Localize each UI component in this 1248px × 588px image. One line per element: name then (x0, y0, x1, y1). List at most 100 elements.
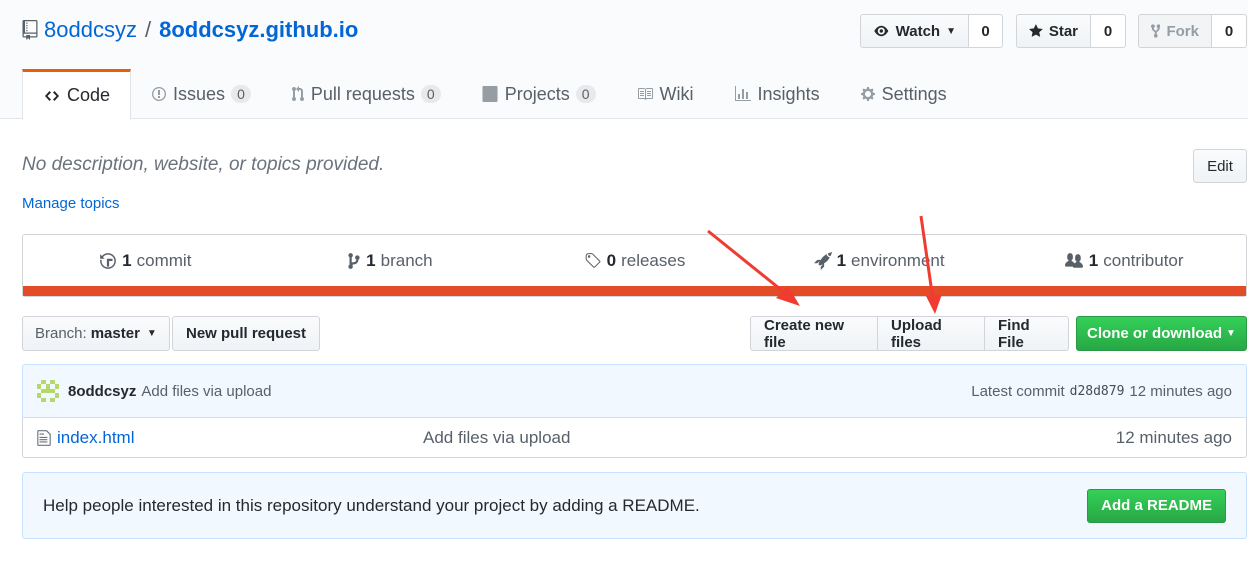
fork-count[interactable]: 0 (1212, 14, 1247, 48)
language-bar[interactable] (23, 286, 1246, 296)
commits-count: 1 (122, 251, 132, 270)
eye-icon (874, 25, 889, 37)
tab-label: Code (67, 85, 111, 105)
branch-prefix: Branch: (35, 325, 87, 342)
star-group: Star 0 (1016, 14, 1126, 48)
history-icon (100, 253, 117, 269)
tab-label: Pull requests (310, 83, 415, 104)
latest-commit: Latest commit d28d879 12 minutes ago (971, 383, 1232, 400)
tab-insights[interactable]: Insights (714, 69, 840, 119)
issue-icon (152, 87, 167, 101)
manage-topics-link[interactable]: Manage topics (22, 195, 120, 212)
find-file-button[interactable]: Find File (985, 316, 1069, 351)
branches-link[interactable]: 1 branch (268, 251, 513, 271)
environments-label: environment (851, 251, 945, 270)
fork-icon (1151, 24, 1161, 38)
readme-prompt: Help people interested in this repositor… (22, 472, 1247, 539)
tab-label: Issues (173, 83, 226, 104)
releases-label: releases (621, 251, 686, 270)
watch-button[interactable]: Watch ▼ (860, 14, 969, 48)
tab-label: Wiki (659, 83, 694, 104)
chevron-down-icon: ▼ (1226, 328, 1236, 339)
clone-label: Clone or download (1087, 325, 1223, 342)
file-age: 12 minutes ago (1115, 427, 1232, 447)
readme-prompt-text: Help people interested in this repositor… (43, 495, 700, 515)
releases-count: 0 (606, 251, 617, 270)
commit-sha-link[interactable]: d28d879 (1070, 384, 1125, 399)
branches-count: 1 (366, 251, 376, 270)
tab-label: Projects (504, 83, 570, 104)
book-icon (637, 88, 653, 100)
repo-header: 8oddcsyz / 8oddcsyz.github.io Watch ▼ 0 … (0, 0, 1248, 120)
file-icon (37, 429, 51, 446)
releases-link[interactable]: 0 releases (512, 251, 757, 271)
upload-files-button[interactable]: Upload files (878, 316, 985, 351)
contributors-link[interactable]: 1 contributor (1001, 251, 1246, 271)
tab-label: Insights (757, 83, 820, 104)
fork-button[interactable]: Fork (1138, 14, 1212, 48)
table-row: index.html Add files via upload 12 minut… (22, 418, 1247, 458)
gear-icon (860, 87, 875, 101)
tab-settings[interactable]: Settings (840, 69, 967, 119)
repo-nav: Code Issues 0 Pull requests 0 Projects 0… (22, 69, 967, 120)
repo-icon (22, 20, 38, 40)
repo-title: 8oddcsyz / 8oddcsyz.github.io (22, 17, 358, 43)
tab-pull-requests[interactable]: Pull requests 0 (271, 69, 461, 119)
contributors-label: contributor (1103, 251, 1184, 270)
pull-requests-counter: 0 (420, 85, 441, 103)
commit-tease: 8oddcsyz Add files via upload Latest com… (22, 364, 1247, 418)
clone-or-download-button[interactable]: Clone or download ▼ (1076, 316, 1247, 351)
branches-label: branch (380, 251, 433, 270)
commit-age: 12 minutes ago (1129, 382, 1232, 400)
fork-label: Fork (1166, 22, 1199, 40)
tag-icon (585, 253, 601, 268)
star-button[interactable]: Star (1016, 14, 1091, 48)
issues-counter: 0 (231, 85, 251, 103)
commits-label: commit (136, 251, 192, 270)
code-icon (45, 90, 59, 101)
file-commit-message[interactable]: Add files via upload (423, 428, 570, 448)
tab-projects[interactable]: Projects 0 (461, 69, 616, 119)
repo-owner-link[interactable]: 8oddcsyz (44, 17, 137, 43)
branch-icon (348, 253, 360, 269)
projects-counter: 0 (575, 85, 596, 103)
people-icon (1064, 253, 1083, 268)
tab-wiki[interactable]: Wiki (616, 69, 714, 119)
star-label: Star (1048, 22, 1078, 40)
avatar[interactable] (37, 380, 59, 402)
contributors-count: 1 (1088, 251, 1099, 270)
branch-name: master (90, 325, 140, 342)
fork-group: Fork 0 (1138, 14, 1247, 48)
rocket-icon (813, 252, 832, 270)
pull-request-icon (291, 86, 304, 102)
watch-count[interactable]: 0 (969, 14, 1003, 48)
watch-label: Watch (895, 22, 941, 40)
graph-icon (734, 86, 751, 101)
latest-commit-label: Latest commit (971, 382, 1065, 400)
commit-message[interactable]: Add files via upload (141, 383, 271, 400)
star-icon (1029, 24, 1043, 37)
repo-name-link[interactable]: 8oddcsyz.github.io (159, 17, 358, 43)
project-icon (482, 86, 498, 102)
star-count[interactable]: 0 (1091, 14, 1126, 48)
branch-select-button[interactable]: Branch: master ▼ (22, 316, 170, 351)
repo-path-separator: / (144, 17, 152, 42)
watch-group: Watch ▼ 0 (860, 14, 1003, 48)
new-pull-request-button[interactable]: New pull request (172, 316, 321, 351)
environments-link[interactable]: 1 environment (757, 251, 1002, 271)
chevron-down-icon: ▼ (146, 328, 157, 339)
file-actions-group: Create new file Upload files Find File (750, 316, 1069, 351)
chevron-down-icon: ▼ (946, 25, 956, 37)
file-name-link[interactable]: index.html (57, 428, 423, 448)
repo-description: No description, website, or topics provi… (22, 154, 385, 175)
commit-author-link[interactable]: 8oddcsyz (68, 383, 136, 400)
tab-code[interactable]: Code (22, 69, 132, 120)
edit-button[interactable]: Edit (1193, 149, 1247, 183)
tab-issues[interactable]: Issues 0 (131, 69, 271, 119)
environments-count: 1 (836, 251, 847, 270)
commits-link[interactable]: 1 commit (23, 251, 268, 271)
add-readme-button[interactable]: Add a README (1087, 488, 1226, 523)
create-new-file-button[interactable]: Create new file (750, 316, 878, 351)
numbers-summary: 1 commit 1 branch 0 releases 1 environme… (22, 234, 1247, 297)
tab-label: Settings (881, 83, 947, 104)
